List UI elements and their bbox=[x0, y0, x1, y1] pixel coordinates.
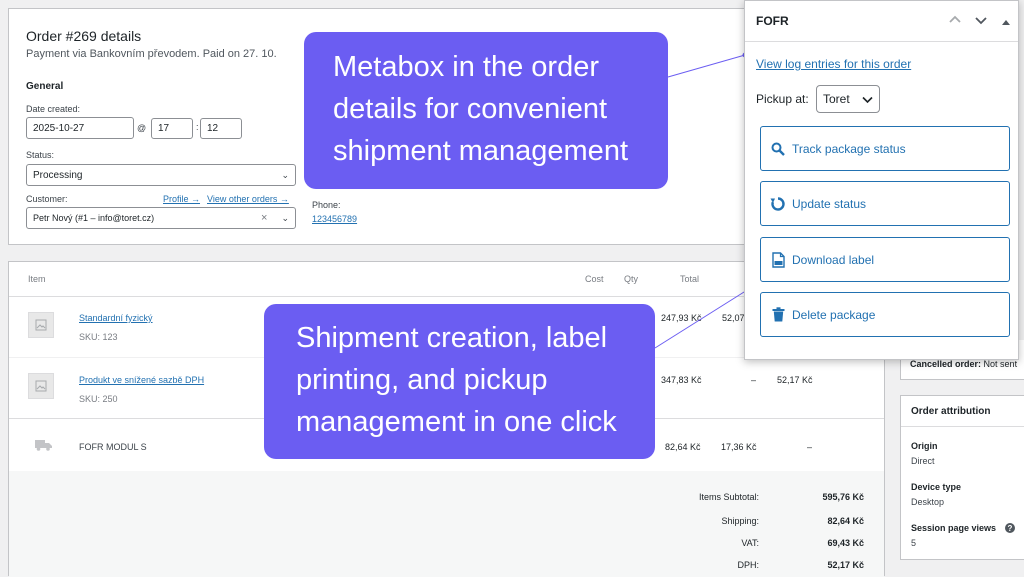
update-status-button[interactable]: Update status bbox=[760, 181, 1010, 226]
callout-line: shipment management bbox=[333, 135, 628, 167]
callout-line: printing, and pickup bbox=[296, 364, 548, 396]
pickup-label: Pickup at: bbox=[756, 92, 809, 106]
pickup-select[interactable]: Toret bbox=[816, 85, 880, 113]
refresh-icon bbox=[769, 195, 787, 213]
callout-line: details for convenient bbox=[333, 93, 608, 125]
view-log-link[interactable]: View log entries for this order bbox=[756, 57, 911, 71]
metabox-callout: Metabox in the order details for conveni… bbox=[304, 32, 668, 189]
callout-line: Metabox in the order bbox=[333, 51, 599, 83]
track-package-button[interactable]: Track package status bbox=[760, 126, 1010, 171]
download-label-button[interactable]: Download label bbox=[760, 237, 1010, 282]
delete-package-button[interactable]: Delete package bbox=[760, 292, 1010, 337]
pdf-file-icon bbox=[769, 251, 787, 269]
callout-line: management in one click bbox=[296, 406, 617, 438]
chevron-down-icon bbox=[862, 96, 873, 103]
move-down-icon[interactable] bbox=[974, 13, 988, 32]
collapse-toggle-icon[interactable] bbox=[1001, 15, 1011, 33]
move-up-icon[interactable] bbox=[948, 13, 962, 32]
search-icon bbox=[769, 140, 787, 158]
callout-line: Shipment creation, label bbox=[296, 322, 608, 354]
trash-icon bbox=[769, 306, 787, 324]
shipment-callout: Shipment creation, label printing, and p… bbox=[264, 304, 655, 459]
fofr-title: FOFR bbox=[756, 14, 789, 28]
